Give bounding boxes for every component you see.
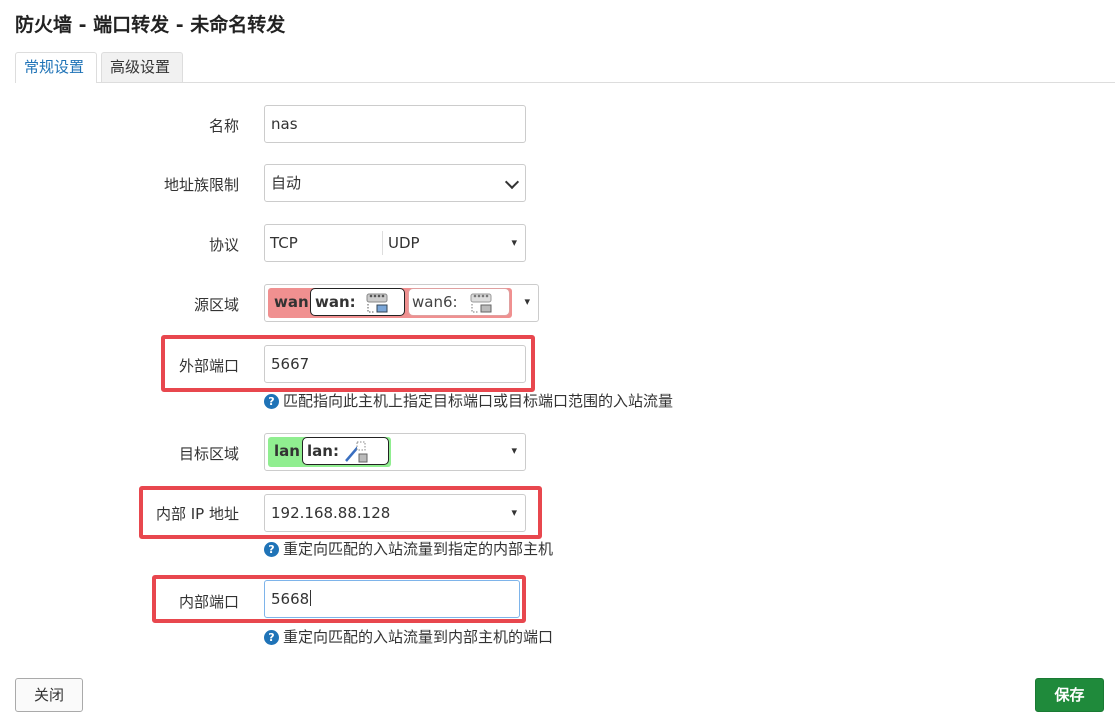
internal-port-value: 5668 — [271, 590, 310, 608]
chevron-down-icon — [504, 174, 520, 190]
tab-general[interactable]: 常规设置 — [15, 52, 97, 83]
tab-bar: 常规设置 高级设置 — [15, 52, 1115, 83]
internal-ip-help-text: 重定向匹配的入站流量到指定的内部主机 — [283, 540, 554, 558]
dest-zone-label: 目标区域 — [178, 445, 239, 463]
internal-port-help: ? 重定向匹配的入站流量到内部主机的端口 — [264, 626, 553, 647]
network-device-icon — [470, 293, 492, 313]
internal-ip-select[interactable]: 192.168.88.128 ▾ — [264, 494, 526, 532]
caret-down-icon: ▾ — [511, 236, 517, 249]
internal-port-help-text: 重定向匹配的入站流量到内部主机的端口 — [283, 628, 554, 646]
name-label: 名称 — [208, 117, 239, 135]
caret-down-icon: ▾ — [511, 506, 517, 519]
ext-port-help-text: 匹配指向此主机上指定目标端口或目标端口范围的入站流量 — [283, 392, 674, 410]
caret-down-icon: ▾ — [524, 295, 530, 308]
save-button[interactable]: 保存 — [1035, 678, 1104, 712]
help-icon: ? — [264, 630, 279, 645]
family-value: 自动 — [271, 174, 302, 192]
divider — [382, 231, 383, 255]
ext-port-help: ? 匹配指向此主机上指定目标端口或目标端口范围的入站流量 — [264, 390, 673, 411]
chip-label-wan6: wan6: — [412, 293, 458, 311]
close-button[interactable]: 关闭 — [15, 678, 83, 712]
internal-ip-value: 192.168.88.128 — [271, 504, 391, 522]
dest-zone-select[interactable]: lan lan: ▾ — [264, 433, 526, 471]
family-label: 地址族限制 — [163, 176, 239, 194]
help-icon: ? — [264, 394, 279, 409]
caret-down-icon: ▾ — [511, 444, 517, 457]
network-device-icon — [366, 293, 388, 313]
zone-name-lan: lan — [274, 442, 300, 460]
zone-chip-wan6: wan6: — [408, 288, 510, 316]
ext-port-input[interactable]: 5667 — [264, 345, 526, 383]
protocol-tcp: TCP — [270, 234, 298, 252]
internal-ip-help: ? 重定向匹配的入站流量到指定的内部主机 — [264, 538, 553, 559]
internal-port-label: 内部端口 — [178, 593, 239, 611]
chip-label-lan: lan: — [307, 442, 339, 460]
protocol-udp: UDP — [388, 234, 420, 252]
tab-advanced[interactable]: 高级设置 — [101, 52, 183, 82]
family-select[interactable]: 自动 — [264, 164, 526, 202]
text-cursor — [310, 590, 312, 606]
protocol-label: 协议 — [208, 236, 239, 254]
chip-label-wan: wan: — [315, 293, 356, 311]
zone-chip-wan: wan: — [310, 288, 405, 316]
src-zone-select[interactable]: wan wan: wan6: ▾ — [264, 284, 539, 322]
page-title: 防火墙 - 端口转发 - 未命名转发 — [15, 14, 286, 36]
zone-name-wan: wan — [274, 293, 309, 311]
network-cable-icon — [345, 441, 368, 463]
zone-chip-lan: lan: — [302, 437, 389, 465]
internal-port-input[interactable]: 5668 — [264, 580, 520, 618]
protocol-select[interactable]: TCP UDP ▾ — [264, 224, 526, 262]
name-input[interactable]: nas — [264, 105, 526, 143]
help-icon: ? — [264, 542, 279, 557]
ext-port-label: 外部端口 — [178, 357, 239, 375]
src-zone-label: 源区域 — [193, 296, 239, 314]
internal-ip-label: 内部 IP 地址 — [155, 505, 239, 523]
